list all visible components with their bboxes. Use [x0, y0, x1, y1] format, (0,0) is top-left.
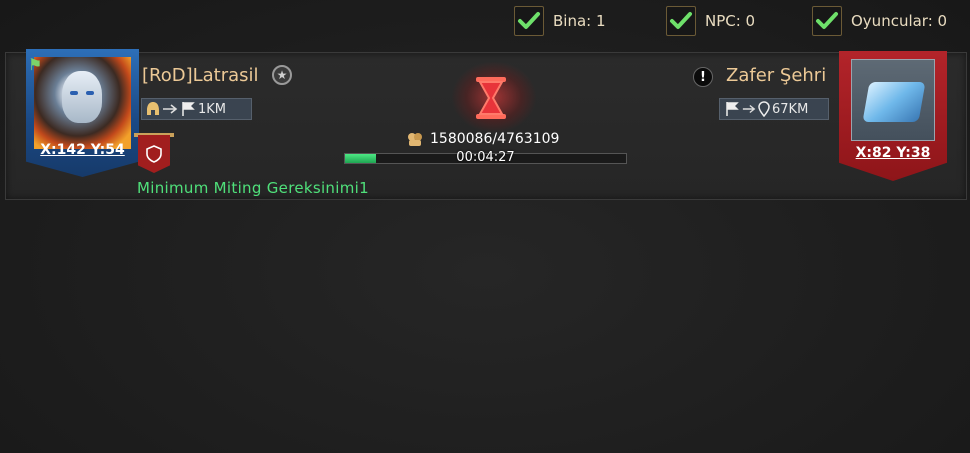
- player-distance-value: 1KM: [198, 101, 227, 117]
- warning-icon[interactable]: !: [693, 67, 713, 87]
- filter-buildings-label: Bina: 1: [553, 12, 606, 30]
- player-name[interactable]: [RoD]Latrasil: [142, 65, 259, 86]
- filter-players-label: Oyuncular: 0: [851, 12, 948, 30]
- filter-buildings[interactable]: Bina: 1: [514, 5, 606, 37]
- rally-card[interactable]: ⚑ X:142 Y:54 [RoD]Latrasil ★ 1KM Minimum…: [5, 49, 967, 200]
- city-thumbnail: [851, 59, 935, 141]
- flag-icon: ⚑: [28, 55, 43, 74]
- troop-count: 1580086/4763109: [406, 129, 559, 149]
- city-building: [862, 82, 926, 122]
- checkmark-icon: [518, 12, 540, 29]
- target-distance: 67KM: [719, 98, 829, 120]
- checkbox-buildings[interactable]: [514, 6, 544, 36]
- helmet-icon: [147, 102, 159, 115]
- location-pin-icon: [758, 101, 770, 117]
- player-coords-link[interactable]: X:142 Y:54: [26, 142, 139, 158]
- flag-icon: [726, 102, 739, 116]
- filter-npc[interactable]: NPC: 0: [666, 5, 755, 37]
- hourglass-icon: [476, 77, 506, 119]
- checkbox-players[interactable]: [812, 6, 842, 36]
- arrow-right-icon: [742, 104, 756, 114]
- target-distance-value: 67KM: [772, 101, 809, 117]
- target-name[interactable]: Zafer Şehri: [726, 65, 826, 86]
- checkmark-icon: [670, 12, 692, 29]
- troop-count-value: 1580086/4763109: [430, 131, 560, 147]
- rally-timer: 00:04:27: [456, 150, 515, 165]
- avatar-portrait: [34, 57, 131, 149]
- checkbox-npc[interactable]: [666, 6, 696, 36]
- player-avatar[interactable]: ⚑ X:142 Y:54: [26, 49, 139, 177]
- minimum-rally-requirement: Minimum Miting Gereksinimi1: [137, 179, 369, 197]
- alliance-banner[interactable]: [138, 135, 170, 173]
- target-coords-link[interactable]: X:82 Y:38: [839, 145, 947, 161]
- portrait-eye: [70, 91, 78, 95]
- filter-npc-label: NPC: 0: [705, 12, 756, 30]
- arrow-right-icon: [163, 104, 178, 114]
- checkmark-icon: [816, 12, 838, 29]
- portrait-eye: [86, 91, 94, 95]
- shield-icon: [146, 145, 162, 163]
- target-city-image[interactable]: X:82 Y:38: [839, 51, 947, 181]
- troops-icon: [408, 133, 422, 146]
- player-distance: 1KM: [141, 98, 252, 120]
- filter-players[interactable]: Oyuncular: 0: [812, 5, 947, 37]
- star-icon[interactable]: ★: [272, 65, 292, 85]
- flag-icon: [182, 102, 195, 116]
- portrait-face: [62, 71, 102, 123]
